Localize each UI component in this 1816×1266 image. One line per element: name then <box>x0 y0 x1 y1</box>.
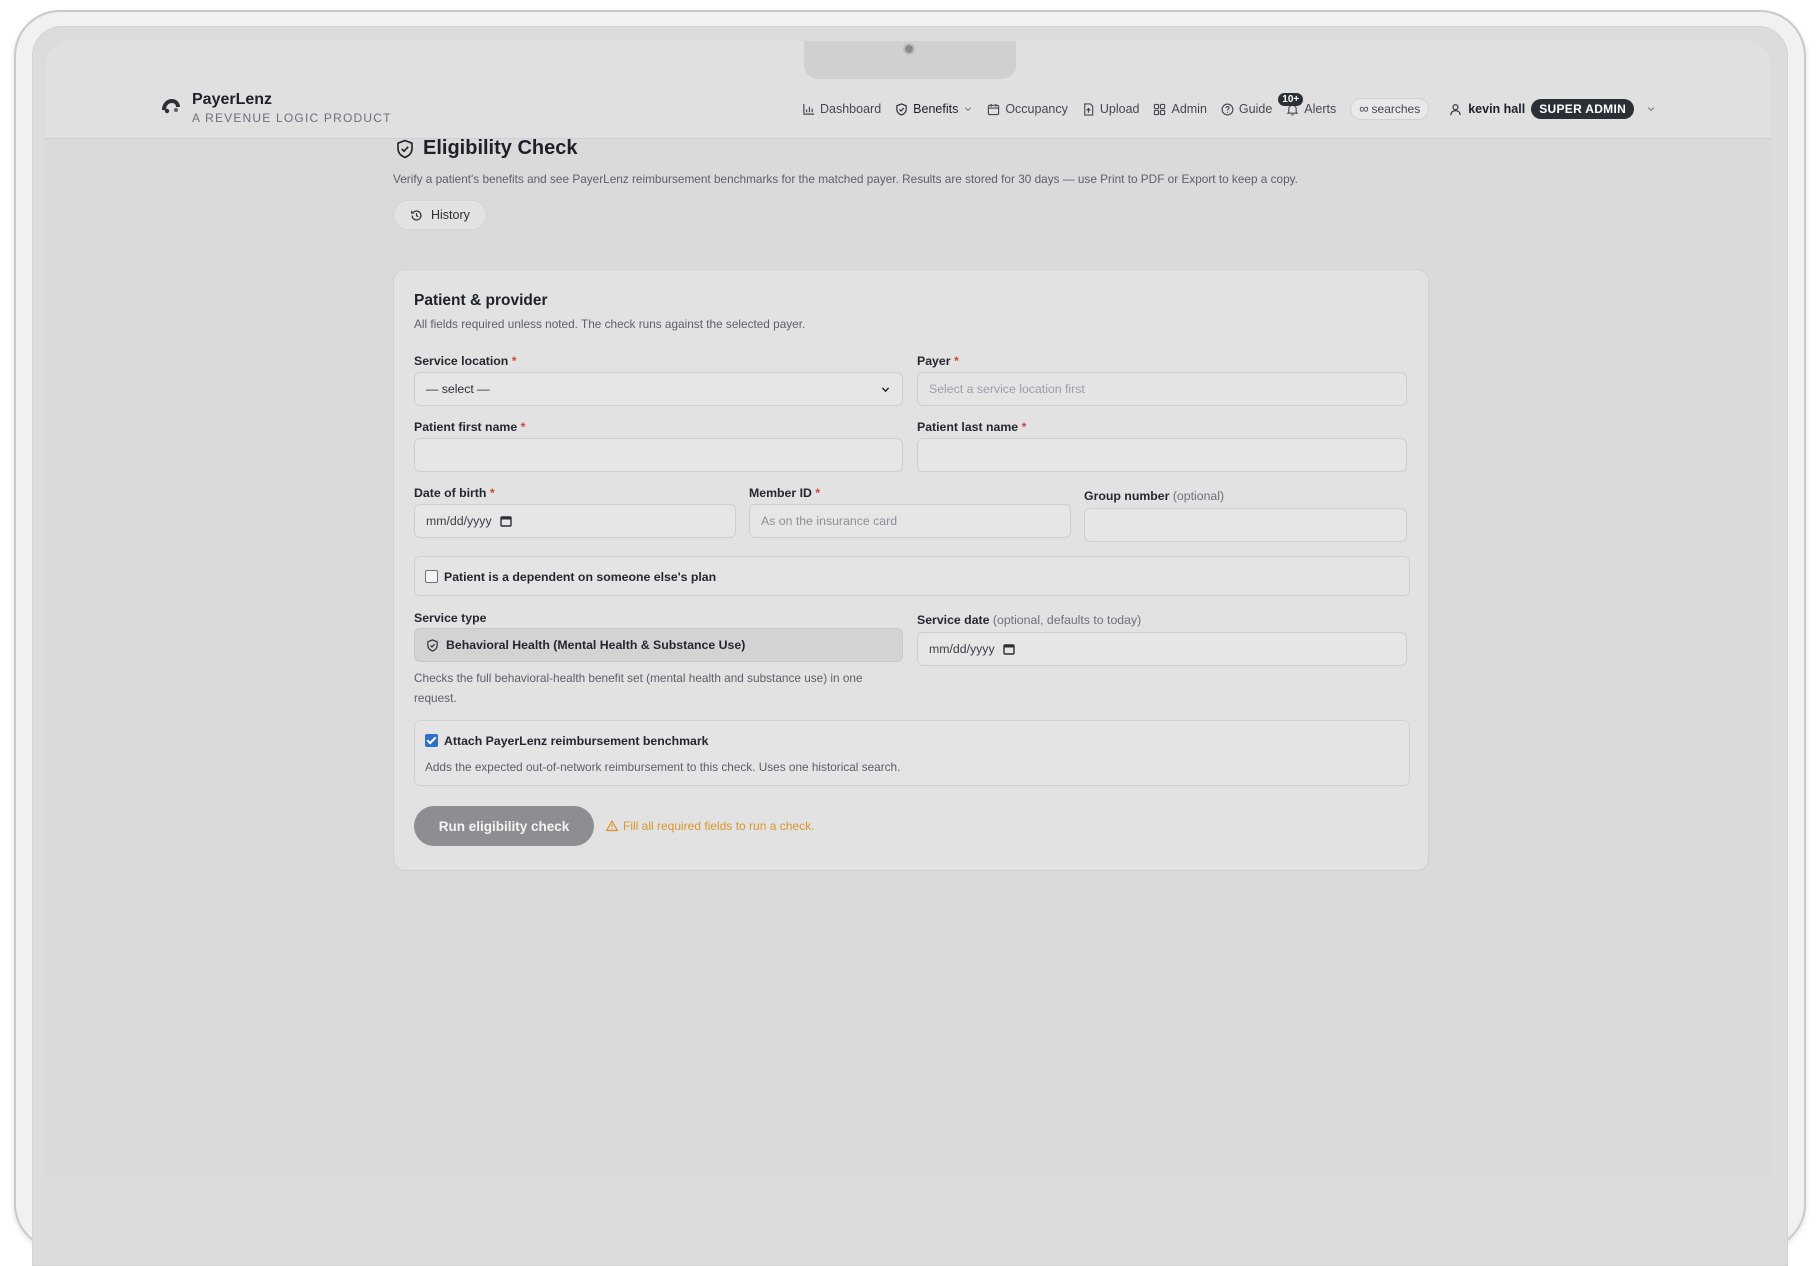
dob-label: Date of birth * <box>414 486 495 500</box>
main-nav: Dashboard Benefits Occupancy Upload Admi… <box>802 93 1656 120</box>
shield-check-icon <box>397 139 413 158</box>
nav-benefits[interactable]: Benefits <box>895 102 973 116</box>
user-menu[interactable]: kevin hall SUPER ADMIN <box>1449 99 1656 119</box>
dependent-checkbox[interactable] <box>425 570 438 584</box>
card-title: Patient & provider <box>414 292 548 309</box>
history-label: History <box>431 208 470 222</box>
chevron-down-icon <box>1647 107 1655 112</box>
nav-upload-label: Upload <box>1099 102 1140 116</box>
nav-admin-label: Admin <box>1171 102 1207 116</box>
nav-alerts[interactable]: 10+ Alerts <box>1278 93 1337 116</box>
warning-icon <box>606 820 618 832</box>
page-description: Verify a patient's benefits and see Paye… <box>393 172 1298 186</box>
nav-upload[interactable]: Upload <box>1082 102 1140 116</box>
nav-admin[interactable]: Admin <box>1153 102 1207 116</box>
brand-logo-icon <box>162 99 180 114</box>
required-fields-warning: Fill all required fields to run a check. <box>606 819 814 833</box>
chevron-down-icon <box>965 107 972 112</box>
main-content: Eligibility Check Verify a patient's ben… <box>393 137 1429 871</box>
service-location-label: Service location * <box>414 354 517 368</box>
nav-guide[interactable]: Guide <box>1221 102 1272 116</box>
calendar-icon <box>988 103 1000 115</box>
first-name-input[interactable] <box>414 438 903 472</box>
page-title-text: Eligibility Check <box>423 137 578 159</box>
user-icon <box>1450 103 1461 115</box>
calendar-icon[interactable] <box>499 515 512 527</box>
service-date-label: Service date (optional, defaults to toda… <box>917 613 1142 627</box>
group-number-input[interactable] <box>1084 508 1407 542</box>
chevron-down-icon <box>881 386 890 392</box>
group-number-label: Group number (optional) <box>1084 489 1225 503</box>
member-id-input[interactable]: As on the insurance card <box>749 504 1071 538</box>
warning-text: Fill all required fields to run a check. <box>623 819 815 833</box>
searches-pill[interactable]: ∞ searches <box>1350 98 1430 120</box>
payer-label: Payer * <box>917 354 959 368</box>
searches-label: searches <box>1371 102 1421 116</box>
history-icon <box>411 209 422 221</box>
history-button[interactable]: History <box>393 200 487 230</box>
first-name-label: Patient first name * <box>414 420 526 434</box>
brand-name: PayerLenz <box>192 91 273 108</box>
grid-icon <box>1154 103 1166 115</box>
service-date-input[interactable]: mm/dd/yyyy <box>917 632 1407 666</box>
benchmark-checkbox[interactable] <box>425 734 438 748</box>
benchmark-label: Attach PayerLenz reimbursement benchmark <box>444 733 709 748</box>
camera-icon <box>903 43 915 55</box>
benchmark-option-row[interactable]: Attach PayerLenz reimbursement benchmark… <box>414 720 1410 786</box>
patient-provider-card: Patient & provider All fields required u… <box>393 269 1429 871</box>
nav-alerts-label: Alerts <box>1304 102 1337 116</box>
file-upload-icon <box>1084 102 1094 116</box>
nav-dashboard[interactable]: Dashboard <box>802 102 881 116</box>
payer-placeholder: Select a service location first <box>929 382 1085 396</box>
service-location-value: — select — <box>426 382 490 396</box>
nav-benefits-label: Benefits <box>913 102 959 116</box>
dependent-checkbox-row[interactable]: Patient is a dependent on someone else's… <box>414 556 1410 596</box>
help-circle-icon <box>1221 103 1234 115</box>
calendar-icon[interactable] <box>1002 643 1015 655</box>
service-location-select[interactable]: — select — <box>414 372 903 406</box>
alerts-count-badge: 10+ <box>1278 93 1304 106</box>
brand[interactable]: PayerLenz A REVENUE LOGIC PRODUCT <box>160 91 392 125</box>
shield-check-icon <box>896 102 907 116</box>
chart-icon <box>803 103 815 115</box>
shield-check-icon <box>427 638 438 652</box>
card-subtitle: All fields required unless noted. The ch… <box>414 317 806 331</box>
service-date-placeholder: mm/dd/yyyy <box>929 642 995 656</box>
dob-placeholder: mm/dd/yyyy <box>426 514 492 528</box>
service-type-label: Service type <box>414 611 487 625</box>
last-name-input[interactable] <box>917 438 1407 472</box>
benchmark-help: Adds the expected out-of-network reimbur… <box>425 760 901 774</box>
member-id-label: Member ID * <box>749 486 821 500</box>
run-eligibility-button[interactable]: Run eligibility check <box>414 806 594 846</box>
page-title: Eligibility Check <box>395 137 1393 160</box>
nav-dashboard-label: Dashboard <box>820 102 882 116</box>
nav-occupancy-label: Occupancy <box>1005 102 1068 116</box>
user-name: kevin hall <box>1468 102 1526 116</box>
infinity-icon: ∞ <box>1359 101 1369 116</box>
dob-input[interactable]: mm/dd/yyyy <box>414 504 736 538</box>
payer-select[interactable]: Select a service location first <box>917 372 1407 406</box>
service-type-help: Checks the full behavioral-health benefi… <box>414 671 863 705</box>
service-type-value: Behavioral Health (Mental Health & Subst… <box>446 638 746 652</box>
last-name-label: Patient last name * <box>917 420 1027 434</box>
nav-guide-label: Guide <box>1238 102 1273 116</box>
nav-occupancy[interactable]: Occupancy <box>987 102 1068 116</box>
app-screen: PayerLenz A REVENUE LOGIC PRODUCT Dashbo… <box>45 41 1771 1180</box>
dependent-label: Patient is a dependent on someone else's… <box>444 569 717 584</box>
service-type-field: Behavioral Health (Mental Health & Subst… <box>414 628 903 662</box>
member-id-placeholder: As on the insurance card <box>761 514 898 528</box>
brand-tagline: A REVENUE LOGIC PRODUCT <box>192 111 392 125</box>
role-badge: SUPER ADMIN <box>1531 99 1635 119</box>
